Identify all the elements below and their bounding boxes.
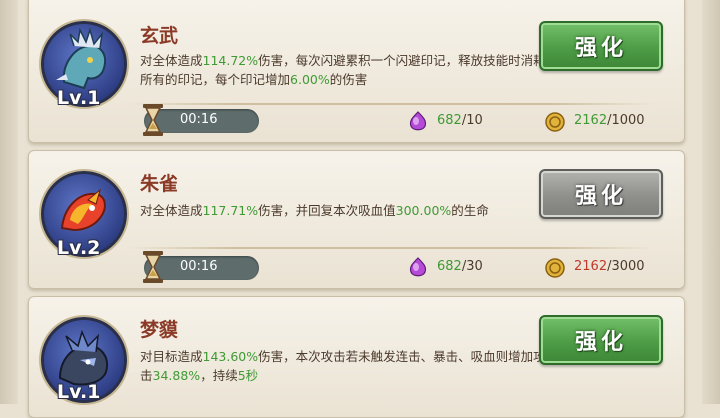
coin-cost: 2162/1000 xyxy=(544,112,664,133)
gem-cost: 682/30 xyxy=(407,257,497,279)
right-frame-edge xyxy=(702,0,720,404)
skill-description: 对全体造成117.71%伤害，并回复本次吸血值300.00%的生命 xyxy=(140,203,489,218)
coin-need: 1000 xyxy=(611,113,645,128)
timer-text: 00:16 xyxy=(180,259,218,274)
skill-name: 玄武 xyxy=(140,25,179,47)
purple-gem-icon xyxy=(409,111,427,131)
gold-coin-icon xyxy=(545,112,565,132)
coin-need: 3000 xyxy=(611,259,645,274)
gem-cost: 682/10 xyxy=(407,111,497,133)
coin-have: 2162 xyxy=(574,113,608,128)
gem-need: 30 xyxy=(466,259,483,274)
upgrade-button[interactable]: 强化 xyxy=(539,315,663,365)
level-label: Lv.1 xyxy=(57,87,101,109)
level-label: Lv.2 xyxy=(57,237,101,259)
left-frame-edge xyxy=(0,0,18,404)
gold-coin-icon xyxy=(545,258,565,278)
gem-have: 682 xyxy=(437,113,462,128)
coin-cost: 2162/3000 xyxy=(544,258,664,279)
cooldown-timer: 00:16 xyxy=(143,104,259,136)
purple-gem-icon xyxy=(409,257,427,277)
skill-name: 朱雀 xyxy=(140,173,179,195)
gem-have: 682 xyxy=(437,259,462,274)
skill-card-xuanwu: Lv.1 玄武 对全体造成114.72%伤害，每次闪避累积一个闪避印记，释放技能… xyxy=(28,0,685,143)
skill-description: 对目标造成143.60%伤害，本次攻击若未触发连击、暴击、吸血则增加攻击34.8… xyxy=(140,349,546,383)
hourglass-icon xyxy=(143,251,163,283)
skill-description: 对全体造成114.72%伤害，每次闪避累积一个闪避印记，释放技能时消耗所有的印记… xyxy=(140,53,546,87)
timer-text: 00:16 xyxy=(180,112,218,127)
upgrade-button[interactable]: 强化 xyxy=(539,21,663,71)
level-label: Lv.1 xyxy=(57,381,101,403)
upgrade-button[interactable]: 强化 xyxy=(539,169,663,219)
coin-have: 2162 xyxy=(574,259,608,274)
skill-card-mengmo: Lv.1 梦貘 对目标造成143.60%伤害，本次攻击若未触发连击、暴击、吸血则… xyxy=(28,296,685,418)
cooldown-timer: 00:16 xyxy=(143,251,259,283)
gem-need: 10 xyxy=(466,113,483,128)
skill-name: 梦貘 xyxy=(140,319,179,341)
skill-card-zhuque: Lv.2 朱雀 对全体造成117.71%伤害，并回复本次吸血值300.00%的生… xyxy=(28,150,685,289)
hourglass-icon xyxy=(143,104,163,136)
